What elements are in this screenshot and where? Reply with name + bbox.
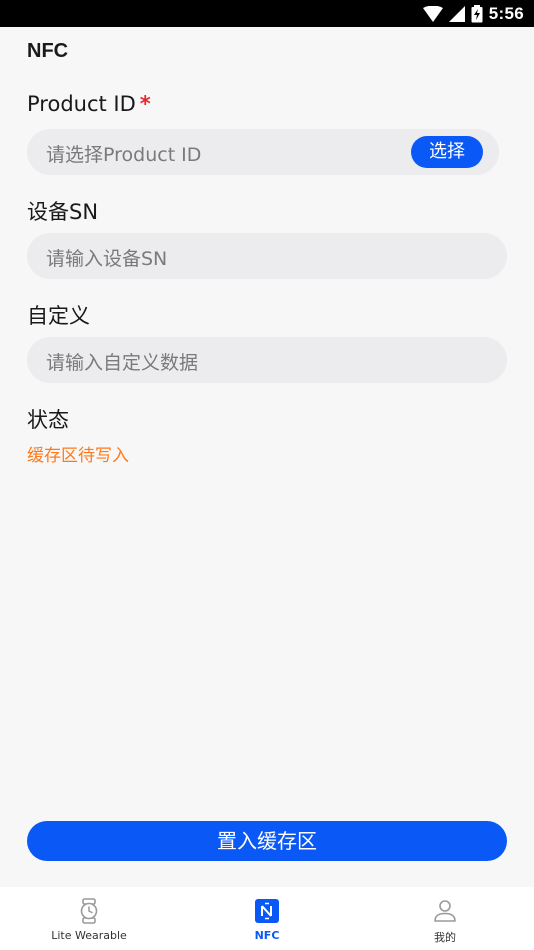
wifi-icon [422,6,443,22]
status-icons: 5:56 [422,4,524,24]
tab-nfc[interactable]: NFC [178,887,356,950]
page-title: NFC [27,40,69,62]
select-product-id-button[interactable]: 选择 [411,136,483,168]
cellular-signal-icon [448,6,465,22]
battery-icon [471,5,483,23]
status-label: 状态 [27,408,69,432]
custom-data-placeholder: 请输入自定义数据 [46,352,199,374]
product-id-field[interactable]: 请选择Product ID 选择 [27,129,499,175]
tab-lite-wearable-label: Lite Wearable [51,929,127,942]
device-sn-label: 设备SN [27,200,99,224]
custom-data-input[interactable]: 请输入自定义数据 [27,337,507,383]
tab-mine-label: 我的 [434,931,456,944]
product-id-placeholder: 请选择Product ID [46,144,202,166]
write-to-cache-button[interactable]: 置入缓存区 [27,821,507,861]
bottom-tab-bar: Lite Wearable NFC 我的 [0,887,534,950]
tab-lite-wearable[interactable]: Lite Wearable [0,887,178,950]
person-icon [434,900,456,922]
device-sn-placeholder: 请输入设备SN [46,248,168,270]
system-status-bar: 5:56 [0,0,534,27]
status-value: 缓存区待写入 [27,446,129,466]
watch-icon [80,898,98,924]
nfc-icon [255,899,279,923]
product-id-label-text: Product ID [27,92,136,116]
product-id-label: Product ID * [27,92,151,116]
required-marker: * [139,92,151,116]
clock-time: 5:56 [488,4,524,23]
custom-data-label: 自定义 [27,304,90,328]
tab-mine[interactable]: 我的 [356,887,534,950]
device-sn-input[interactable]: 请输入设备SN [27,233,507,279]
tab-nfc-label: NFC [254,929,280,942]
